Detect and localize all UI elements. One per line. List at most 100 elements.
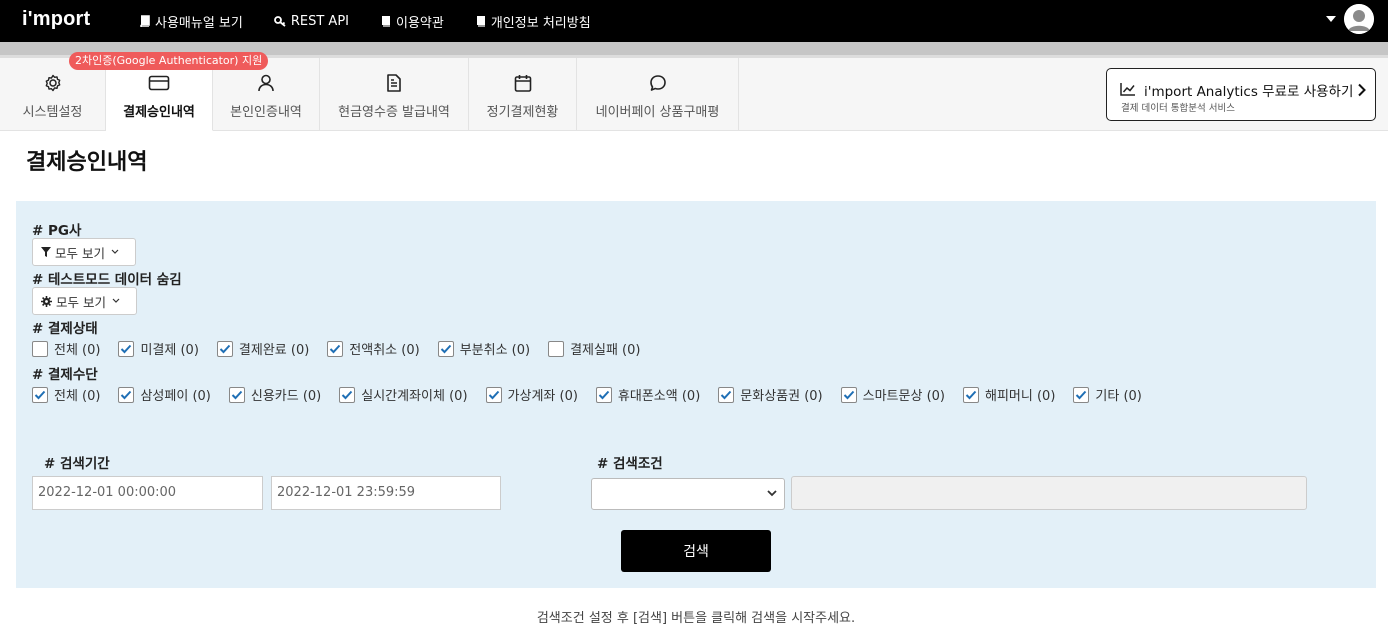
checkbox-checked[interactable] xyxy=(485,386,502,403)
nav-terms-link[interactable]: 이용약관 xyxy=(380,12,444,31)
nav-rest-api-link[interactable]: REST API xyxy=(273,14,349,29)
checkbox-option[interactable]: 결제완료 (0) xyxy=(216,339,310,358)
checkbox-label: 신용카드 (0) xyxy=(250,389,322,404)
checkbox-checked[interactable] xyxy=(32,386,48,403)
top-bar: i'mport 사용매뉴얼 보기 REST API 이용약관 개인정보 처리방침 xyxy=(0,0,1388,42)
checkbox-label: 실시간계좌이체 (0) xyxy=(361,389,468,404)
chevron-down-icon xyxy=(111,249,119,254)
nav-privacy-link[interactable]: 개인정보 처리방침 xyxy=(475,12,591,31)
checkbox-option[interactable]: 문화상품권 (0) xyxy=(718,385,823,404)
condition-select[interactable] xyxy=(591,478,785,510)
card-icon xyxy=(148,75,170,91)
checkbox-label: 휴대폰소액 (0) xyxy=(617,389,701,404)
period-start-input[interactable]: 2022-12-01 00:00:00 xyxy=(32,476,263,510)
tab-subscriptions[interactable]: 정기결제현황 xyxy=(469,58,577,131)
book-icon xyxy=(476,16,485,27)
pg-filter-value: 모두 보기 xyxy=(55,245,105,261)
checkbox-option[interactable]: 전액취소 (0) xyxy=(327,339,420,358)
checkmark-icon xyxy=(965,390,977,399)
checkbox-option[interactable]: 삼성페이 (0) xyxy=(118,385,211,404)
checkbox-option[interactable]: 스마트문상 (0) xyxy=(840,385,945,404)
tab-cash-receipts[interactable]: 현금영수증 발급내역 xyxy=(320,58,469,131)
checkbox-option[interactable]: 전체 (0) xyxy=(32,385,100,404)
method-checkbox-group: 전체 (0) 삼성페이 (0) 신용카드 (0) 실시간계좌이체 (0) 가상계좌 (0… xyxy=(32,385,1142,404)
checkbox-label: 스마트문상 (0) xyxy=(862,389,945,404)
checkbox-checked[interactable] xyxy=(339,386,356,403)
checkbox-option[interactable]: 가상계좌 (0) xyxy=(485,385,578,404)
status-filter-label: # 결제상태 xyxy=(32,321,98,337)
checkbox-checked[interactable] xyxy=(327,340,344,357)
testmode-filter-label: # 테스트모드 데이터 숨김 xyxy=(32,272,182,288)
book-icon xyxy=(140,15,150,27)
checkbox-checked[interactable] xyxy=(216,340,233,357)
user-icon xyxy=(258,74,274,92)
checkbox-checked[interactable] xyxy=(228,386,245,403)
two-factor-badge: 2차인증(Google Authenticator) 지원 xyxy=(69,52,269,70)
page-title: 결제승인내역 xyxy=(26,150,148,175)
line-chart-icon xyxy=(1120,83,1135,96)
checkbox-option[interactable]: 휴대폰소액 (0) xyxy=(595,385,701,404)
checkbox-label: 부분취소 (0) xyxy=(459,343,531,358)
checkbox-option[interactable]: 결제실패 (0) xyxy=(548,339,640,358)
key-icon xyxy=(273,16,286,27)
logo[interactable]: i'mport xyxy=(22,8,90,31)
checkbox-label: 전액취소 (0) xyxy=(349,343,420,358)
checkbox-label: 전체 (0) xyxy=(54,389,101,404)
period-end-input[interactable]: 2022-12-01 23:59:59 xyxy=(271,476,501,510)
condition-keyword-input[interactable] xyxy=(791,476,1307,510)
tab-label: 현금영수증 발급내역 xyxy=(338,105,450,120)
checkbox-option[interactable]: 부분취소 (0) xyxy=(437,339,531,358)
checkbox-label: 결제실패 (0) xyxy=(570,343,641,358)
checkbox-label: 결제완료 (0) xyxy=(238,343,310,358)
top-nav: 사용매뉴얼 보기 REST API 이용약관 개인정보 처리방침 xyxy=(139,0,622,42)
checkbox-label: 문화상품권 (0) xyxy=(740,389,823,404)
checkmark-icon xyxy=(598,390,610,399)
checkbox-label: 미결제 (0) xyxy=(140,343,199,358)
checkbox-unchecked[interactable] xyxy=(548,340,565,357)
checkbox-option[interactable]: 신용카드 (0) xyxy=(228,385,322,404)
tab-label: 정기결제현황 xyxy=(486,105,559,120)
tab-label: 본인인증내역 xyxy=(230,105,302,120)
account-dropdown-caret[interactable] xyxy=(1326,16,1336,22)
checkbox-option[interactable]: 기타 (0) xyxy=(1073,385,1142,404)
gear-icon xyxy=(45,74,60,92)
chevron-down-icon xyxy=(112,298,120,303)
user-avatar-icon xyxy=(1344,4,1374,34)
checkbox-checked[interactable] xyxy=(118,340,135,357)
checkbox-checked[interactable] xyxy=(840,386,857,403)
checkbox-checked[interactable] xyxy=(1073,386,1090,403)
checkbox-option[interactable]: 해피머니 (0) xyxy=(963,385,1055,404)
nav-manual-link[interactable]: 사용매뉴얼 보기 xyxy=(139,12,243,31)
checkmark-icon xyxy=(330,344,341,353)
checkmark-icon xyxy=(231,390,243,399)
checkbox-label: 전체 (0) xyxy=(54,343,101,358)
analytics-promo-button[interactable]: i'mport Analytics 무료로 사용하기 결제 데이터 통합분석 서… xyxy=(1106,68,1376,121)
checkbox-checked[interactable] xyxy=(963,386,979,403)
pg-filter-dropdown[interactable]: 모두 보기 xyxy=(32,238,136,266)
checkbox-label: 삼성페이 (0) xyxy=(140,389,211,404)
calendar-icon xyxy=(514,75,531,92)
checkbox-checked[interactable] xyxy=(718,386,735,403)
pg-filter-label: # PG사 xyxy=(32,223,82,239)
checkbox-option[interactable]: 실시간계좌이체 (0) xyxy=(339,385,468,404)
checkmark-icon xyxy=(440,344,451,353)
book-icon xyxy=(382,16,390,27)
checkbox-label: 가상계좌 (0) xyxy=(507,389,578,404)
chevron-right-icon xyxy=(1358,83,1366,97)
avatar[interactable] xyxy=(1344,4,1374,34)
tab-naverpay-reviews[interactable]: 네이버페이 상품구매평 xyxy=(577,58,739,131)
period-label: # 검색기간 xyxy=(44,456,110,472)
checkmark-icon xyxy=(34,390,46,399)
checkbox-option[interactable]: 미결제 (0) xyxy=(118,339,199,358)
checkmark-icon xyxy=(843,390,854,399)
testmode-filter-dropdown[interactable]: 모두 보기 xyxy=(32,287,137,315)
search-hint: 검색조건 설정 후 [검색] 버튼을 클릭해 검색을 시작주세요. xyxy=(536,611,856,626)
checkmark-icon xyxy=(342,390,353,399)
checkbox-checked[interactable] xyxy=(118,386,135,403)
analytics-subtitle: 결제 데이터 통합분석 서비스 xyxy=(1121,103,1235,114)
checkbox-option[interactable]: 전체 (0) xyxy=(32,339,100,358)
search-button[interactable]: 검색 xyxy=(621,530,771,572)
checkbox-checked[interactable] xyxy=(437,340,454,357)
checkbox-unchecked[interactable] xyxy=(32,340,48,357)
checkbox-checked[interactable] xyxy=(595,386,612,403)
